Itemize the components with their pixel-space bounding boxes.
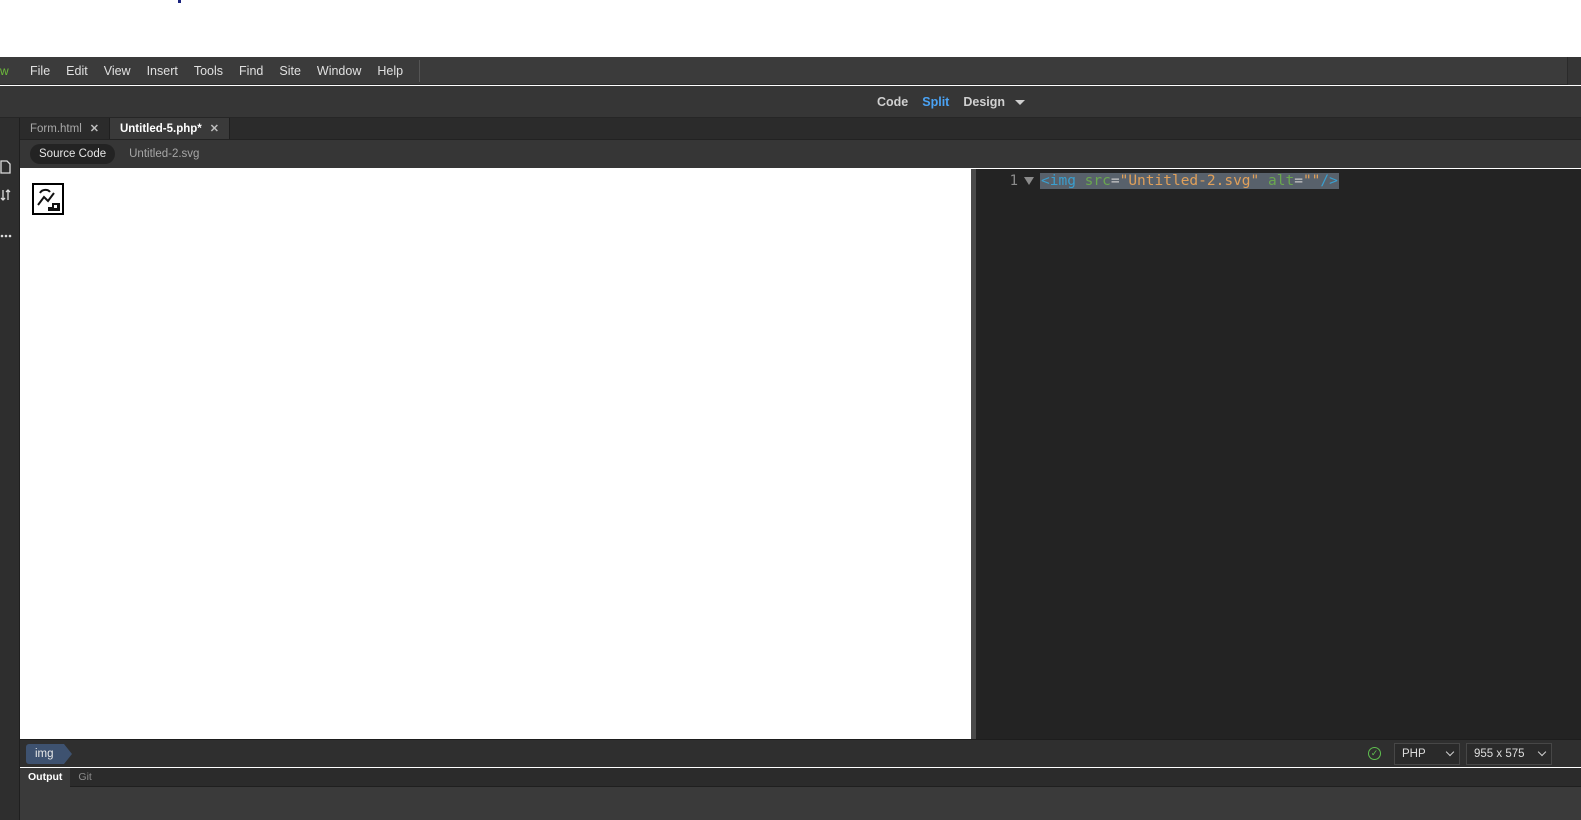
tab-label: Untitled-5.php* bbox=[119, 122, 202, 135]
menu-help[interactable]: Help bbox=[369, 57, 411, 85]
related-files-bar: Source Code Untitled-2.svg bbox=[20, 140, 1581, 168]
view-switcher-bar: Code Split Design bbox=[0, 86, 1581, 118]
code-attr-src: src bbox=[1084, 173, 1111, 189]
tag-selector-img[interactable]: img bbox=[26, 744, 71, 764]
menubar-right-edge bbox=[1567, 57, 1581, 85]
code-tag-close: /> bbox=[1320, 173, 1338, 189]
source-code-button[interactable]: Source Code bbox=[30, 144, 116, 164]
menu-edit[interactable]: Edit bbox=[58, 57, 96, 85]
code-value-src: "Untitled-2.svg" bbox=[1119, 173, 1260, 189]
tab-output[interactable]: Output bbox=[20, 767, 71, 787]
document-icon[interactable] bbox=[0, 160, 14, 174]
code-value-alt: "" bbox=[1302, 173, 1321, 189]
tab-form-html[interactable]: Form.html ✕ bbox=[20, 118, 110, 139]
document-type-select[interactable]: PHP bbox=[1394, 743, 1460, 765]
document-type-value: PHP bbox=[1402, 748, 1426, 760]
app-logo: w bbox=[0, 63, 9, 78]
check-circle-icon[interactable]: ✓ bbox=[1368, 747, 1381, 760]
window-size-select[interactable]: 955 x 575 bbox=[1466, 743, 1552, 765]
code-text[interactable]: <img src="Untitled-2.svg" alt=""/> bbox=[1040, 173, 1339, 189]
chevron-down-icon bbox=[1537, 747, 1547, 757]
chevron-down-icon[interactable] bbox=[1015, 99, 1026, 105]
design-view-button[interactable]: Design bbox=[956, 95, 1012, 109]
related-file-untitled-2-svg[interactable]: Untitled-2.svg bbox=[129, 148, 199, 160]
broken-image-placeholder[interactable] bbox=[32, 183, 64, 215]
line-number: 1 bbox=[1009, 173, 1018, 189]
tab-untitled-5-php[interactable]: Untitled-5.php* ✕ bbox=[109, 118, 230, 139]
menu-insert[interactable]: Insert bbox=[139, 57, 186, 85]
split-view-button[interactable]: Split bbox=[915, 95, 956, 109]
menu-window[interactable]: Window bbox=[309, 57, 369, 85]
close-icon[interactable]: ✕ bbox=[210, 122, 219, 135]
menu-view[interactable]: View bbox=[96, 57, 139, 85]
cursor-artifact bbox=[178, 0, 181, 3]
code-equals: = bbox=[1110, 173, 1120, 189]
sort-arrows-icon[interactable] bbox=[0, 188, 14, 202]
menu-file[interactable]: File bbox=[22, 57, 58, 85]
code-attr-alt: alt bbox=[1268, 173, 1295, 189]
code-view[interactable]: 1 <img src="Untitled-2.svg" alt=""/> bbox=[976, 169, 1581, 739]
output-panel bbox=[20, 787, 1581, 820]
code-equals: = bbox=[1294, 173, 1303, 189]
broken-image-icon bbox=[37, 188, 60, 211]
code-tag-open: <img bbox=[1041, 173, 1076, 189]
menu-site[interactable]: Site bbox=[271, 57, 309, 85]
window-size-value: 955 x 575 bbox=[1474, 748, 1525, 760]
fold-arrow-icon[interactable] bbox=[1024, 177, 1034, 185]
document-tab-bar: Form.html ✕ Untitled-5.php* ✕ bbox=[20, 118, 1581, 140]
menu-divider bbox=[419, 59, 421, 82]
design-view[interactable] bbox=[22, 169, 971, 739]
bottom-panel-tabs: Output Git bbox=[20, 767, 1581, 787]
menu-tools[interactable]: Tools bbox=[186, 57, 231, 85]
tab-label: Form.html bbox=[30, 122, 82, 135]
status-bar: img ✓ PHP 955 x 575 bbox=[20, 739, 1581, 767]
tab-git[interactable]: Git bbox=[70, 768, 99, 787]
view-switcher: Code Split Design bbox=[870, 86, 1026, 118]
more-options-icon[interactable] bbox=[0, 228, 14, 242]
menu-find[interactable]: Find bbox=[231, 57, 271, 85]
left-toolbar bbox=[0, 118, 20, 820]
top-blank-area bbox=[0, 0, 1581, 57]
chevron-down-icon bbox=[1445, 747, 1455, 757]
code-line: 1 <img src="Untitled-2.svg" alt=""/> bbox=[976, 172, 1339, 190]
code-view-button[interactable]: Code bbox=[870, 95, 915, 109]
close-icon[interactable]: ✕ bbox=[90, 122, 99, 135]
menu-bar: w File Edit View Insert Tools Find Site … bbox=[0, 57, 1581, 85]
